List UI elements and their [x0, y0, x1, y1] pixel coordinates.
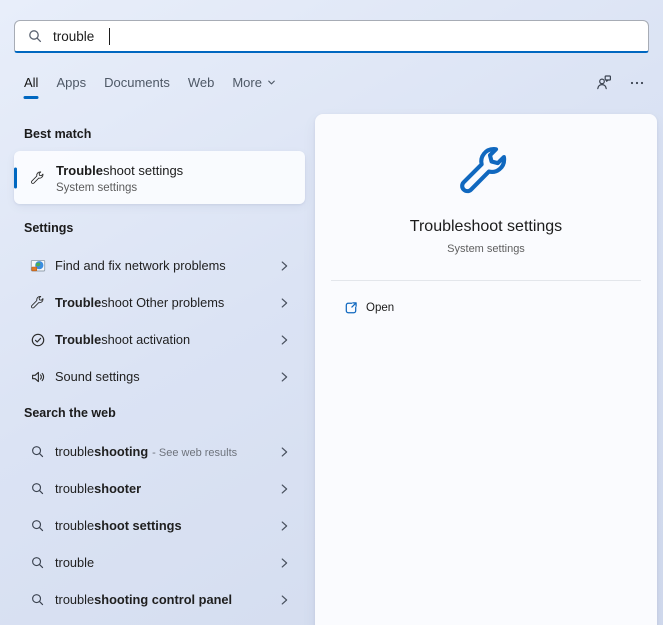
speaker-icon	[30, 369, 46, 385]
web-results: troubleshooting- See web results trouble…	[14, 433, 305, 618]
chevron-right-icon	[277, 370, 291, 384]
more-options-icon[interactable]	[629, 75, 645, 91]
wrench-icon-large	[457, 144, 515, 202]
tab-documents[interactable]: Documents	[104, 75, 170, 99]
open-label: Open	[366, 302, 394, 314]
tab-more[interactable]: More	[232, 75, 277, 99]
network-diagnostics-icon	[30, 258, 46, 274]
settings-results: Find and fix network problems Troublesho…	[14, 247, 305, 395]
chevron-right-icon	[277, 333, 291, 347]
chevron-right-icon	[277, 482, 291, 496]
chevron-right-icon	[277, 296, 291, 310]
search-icon	[27, 28, 43, 44]
wrench-icon	[30, 170, 46, 186]
chevron-right-icon	[277, 519, 291, 533]
search-query-text: trouble	[53, 29, 94, 44]
tab-web[interactable]: Web	[188, 75, 215, 99]
check-circle-icon	[30, 332, 46, 348]
best-match-title: Troubleshoot settings	[56, 163, 183, 178]
result-sound-settings[interactable]: Sound settings	[14, 358, 305, 395]
result-find-fix-network[interactable]: Find and fix network problems	[14, 247, 305, 284]
open-external-icon	[343, 300, 359, 316]
chevron-down-icon	[266, 77, 277, 88]
search-icon	[30, 592, 46, 608]
search-the-web-header: Search the web	[24, 406, 116, 420]
search-filter-tabs: All Apps Documents Web More	[24, 75, 277, 99]
feedback-user-icon[interactable]	[595, 74, 613, 92]
search-icon	[30, 518, 46, 534]
preview-panel: Troubleshoot settings System settings Op…	[315, 114, 657, 625]
web-result-troubleshoot-settings[interactable]: troubleshoot settings	[14, 507, 305, 544]
chevron-right-icon	[277, 556, 291, 570]
chevron-right-icon	[277, 259, 291, 273]
chevron-right-icon	[277, 593, 291, 607]
web-result-troubleshooting-control-panel[interactable]: troubleshooting control panel	[14, 581, 305, 618]
best-match-result[interactable]: Troubleshoot settings System settings	[14, 151, 305, 204]
divider	[331, 280, 641, 281]
best-match-header: Best match	[24, 127, 91, 141]
search-input[interactable]: trouble	[14, 20, 649, 53]
tab-apps[interactable]: Apps	[56, 75, 86, 99]
open-action[interactable]: Open	[315, 294, 657, 322]
web-result-troubleshooter[interactable]: troubleshooter	[14, 470, 305, 507]
selection-accent-bar	[14, 167, 17, 188]
result-troubleshoot-other-problems[interactable]: Troubleshoot Other problems	[14, 284, 305, 321]
web-result-troubleshooting[interactable]: troubleshooting- See web results	[14, 433, 305, 470]
chevron-right-icon	[277, 445, 291, 459]
text-cursor	[109, 28, 110, 45]
web-result-trouble[interactable]: trouble	[14, 544, 305, 581]
tab-all[interactable]: All	[24, 75, 38, 99]
preview-title: Troubleshoot settings	[410, 218, 562, 236]
result-troubleshoot-activation[interactable]: Troubleshoot activation	[14, 321, 305, 358]
search-icon	[30, 481, 46, 497]
search-icon	[30, 555, 46, 571]
best-match-subtitle: System settings	[56, 182, 183, 194]
wrench-icon	[30, 295, 46, 311]
preview-subtitle: System settings	[447, 243, 525, 255]
search-icon	[30, 444, 46, 460]
settings-header: Settings	[24, 221, 73, 235]
